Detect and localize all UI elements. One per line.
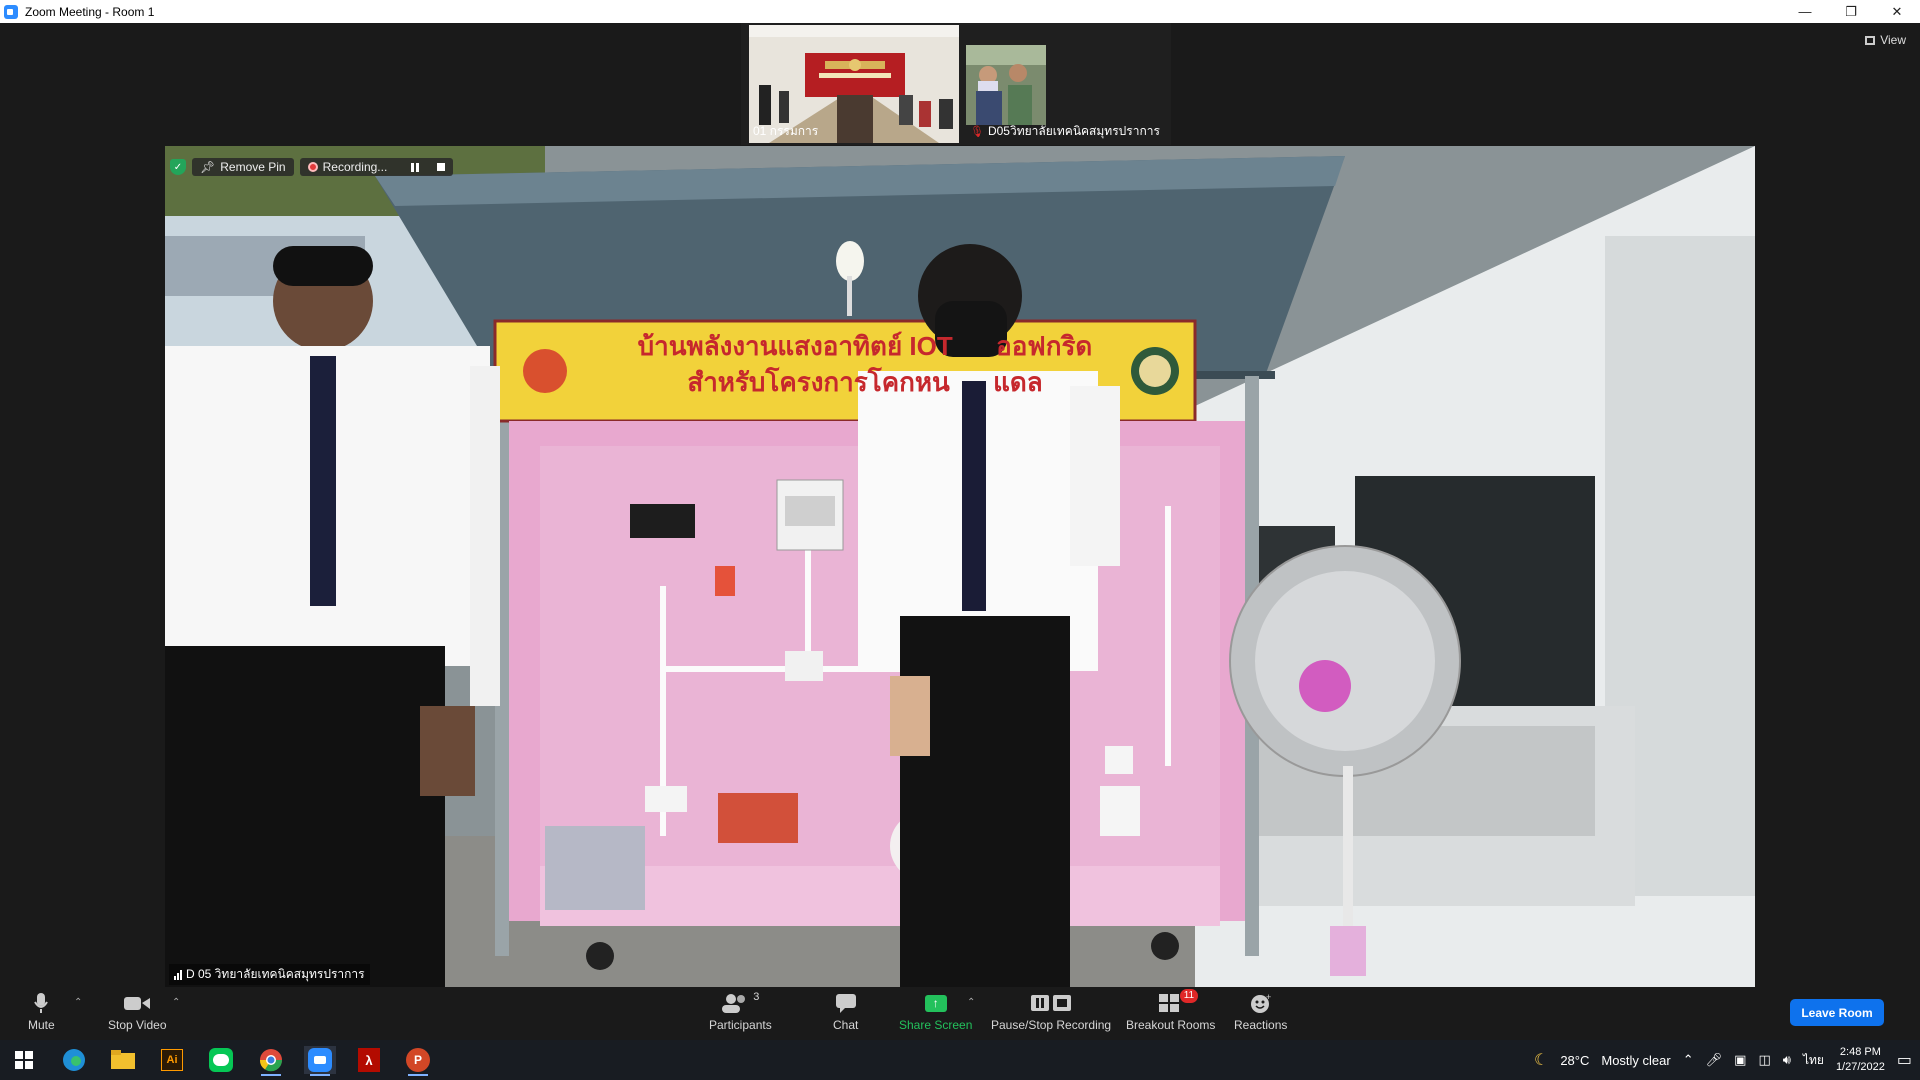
- show-hidden-icons-chevron-icon[interactable]: ⌃: [1683, 1052, 1694, 1068]
- input-language[interactable]: ไทย: [1803, 1051, 1824, 1070]
- illustrator-icon[interactable]: Ai: [156, 1046, 188, 1074]
- pause-stop-recording-button[interactable]: Pause/Stop Recording: [991, 991, 1111, 1032]
- recording-indicator: Recording...: [299, 158, 454, 176]
- video-camera-icon: [124, 991, 151, 1015]
- powerpoint-icon[interactable]: P: [402, 1046, 434, 1076]
- running-indicator: [408, 1074, 428, 1076]
- recording-dot-icon: [307, 162, 318, 172]
- participant-thumbnail[interactable]: 🎙︎ D05วิทยาลัยเทคนิคสมุทรปราการ: [966, 25, 1166, 143]
- audio-options-chevron-icon[interactable]: ⌃: [74, 997, 82, 1008]
- recording-controls-icon: [1029, 991, 1073, 1015]
- connection-signal-icon: [174, 969, 182, 980]
- clock[interactable]: 2:48 PM 1/27/2022: [1836, 1045, 1885, 1075]
- participants-count: 3: [753, 991, 760, 1003]
- reactions-button[interactable]: + Reactions: [1234, 991, 1287, 1032]
- weather-description[interactable]: Mostly clear: [1601, 1053, 1670, 1068]
- windows-start-icon[interactable]: [8, 1046, 40, 1074]
- weather-temperature[interactable]: 28°C: [1560, 1053, 1589, 1068]
- chat-button[interactable]: Chat: [833, 991, 858, 1032]
- leave-room-button[interactable]: Leave Room: [1790, 999, 1884, 1026]
- remove-pin-button[interactable]: 📌︎ Remove Pin: [192, 158, 294, 176]
- file-explorer-icon[interactable]: [107, 1046, 139, 1074]
- microphone-tray-icon[interactable]: 🎤︎: [1706, 1052, 1723, 1068]
- svg-text:+: +: [1266, 992, 1271, 1002]
- window-controls: — ❐ ✕: [1782, 0, 1920, 23]
- stop-video-button[interactable]: Stop Video: [108, 991, 167, 1032]
- edge-browser-icon[interactable]: [58, 1046, 90, 1074]
- running-indicator: [310, 1074, 330, 1076]
- video-options-chevron-icon[interactable]: ⌃: [172, 997, 180, 1008]
- running-indicator: [261, 1074, 281, 1076]
- speaker-name-label: D 05 วิทยาลัยเทคนิคสมุทรปราการ: [169, 964, 370, 985]
- network-icon[interactable]: ◫: [1758, 1052, 1770, 1068]
- meet-now-icon[interactable]: ▣: [1734, 1052, 1746, 1068]
- view-button[interactable]: View: [1865, 33, 1906, 47]
- restore-button[interactable]: ❐: [1828, 0, 1874, 23]
- acrobat-icon[interactable]: λ: [353, 1046, 385, 1074]
- stop-recording-icon[interactable]: [437, 163, 446, 171]
- security-shield-icon[interactable]: ✓: [170, 159, 186, 175]
- chat-bubble-icon: [835, 991, 857, 1015]
- participant-thumbnail[interactable]: 01 กรรมการ: [749, 25, 959, 143]
- pin-icon: 📌︎: [200, 160, 216, 174]
- grid-view-icon: [1865, 35, 1876, 45]
- share-screen-button[interactable]: ↑ Share Screen: [899, 991, 972, 1032]
- gallery-strip: 01 กรรมการ 🎙︎ D05วิทยาลัยเทคนิคสมุทรปราก…: [741, 23, 1171, 145]
- weather-moon-icon: ☾: [1533, 1052, 1549, 1069]
- meeting-toolbar: Mute ⌃ Stop Video ⌃ 3 Participants Chat …: [0, 987, 1920, 1040]
- windows-taskbar: Ai λ P ☾ 28°C Mostly clear ⌃ 🎤︎ ▣ ◫ 🔊︎ ไ…: [0, 1040, 1920, 1080]
- breakout-badge: 11: [1179, 989, 1199, 1003]
- pause-recording-icon[interactable]: [411, 162, 420, 172]
- mic-muted-icon: 🎙︎: [970, 126, 984, 138]
- volume-icon[interactable]: 🔊︎: [1783, 1052, 1791, 1068]
- zoom-app-icon: [4, 4, 18, 19]
- share-options-chevron-icon[interactable]: ⌃: [967, 997, 975, 1008]
- zoom-window: Zoom Meeting - Room 1 — ❐ ✕ 01 กรรมการ 🎙…: [0, 0, 1920, 1080]
- booth-sign: บ้านพลังงานแสงอาทิตย์ IOT ออฟกริด สำหรับ…: [637, 331, 1093, 397]
- main-video-feed[interactable]: บ้านพลังงานแสงอาทิตย์ IOT ออฟกริด สำหรับ…: [165, 146, 1755, 987]
- microphone-icon: [33, 991, 49, 1015]
- smiley-plus-icon: +: [1249, 991, 1273, 1015]
- breakout-rooms-icon: 11: [1158, 989, 1199, 1015]
- share-screen-icon: ↑: [924, 994, 947, 1012]
- line-app-icon[interactable]: [205, 1046, 237, 1074]
- notifications-icon[interactable]: ▭: [1897, 1050, 1912, 1070]
- breakout-rooms-button[interactable]: 11 Breakout Rooms: [1126, 989, 1215, 1032]
- title-bar: Zoom Meeting - Room 1 — ❐ ✕: [0, 0, 1920, 23]
- zoom-taskbar-icon[interactable]: [304, 1046, 336, 1076]
- recording-status-bar: ✓ 📌︎ Remove Pin Recording...: [170, 156, 454, 178]
- chrome-browser-icon[interactable]: [255, 1046, 287, 1076]
- participant-name: 🎙︎ D05วิทยาลัยเทคนิคสมุทรปราการ: [970, 124, 1160, 138]
- participants-button[interactable]: 3 Participants: [709, 991, 772, 1032]
- window-title: Zoom Meeting - Room 1: [25, 4, 155, 19]
- minimize-button[interactable]: —: [1782, 0, 1828, 23]
- video-scene: [165, 146, 1755, 987]
- system-tray: ☾ 28°C Mostly clear ⌃ 🎤︎ ▣ ◫ 🔊︎ ไทย 2:48…: [1534, 1040, 1912, 1080]
- participants-icon: 3: [721, 991, 759, 1015]
- close-button[interactable]: ✕: [1874, 0, 1920, 23]
- mute-button[interactable]: Mute: [28, 991, 55, 1032]
- participant-name: 01 กรรมการ: [753, 124, 819, 138]
